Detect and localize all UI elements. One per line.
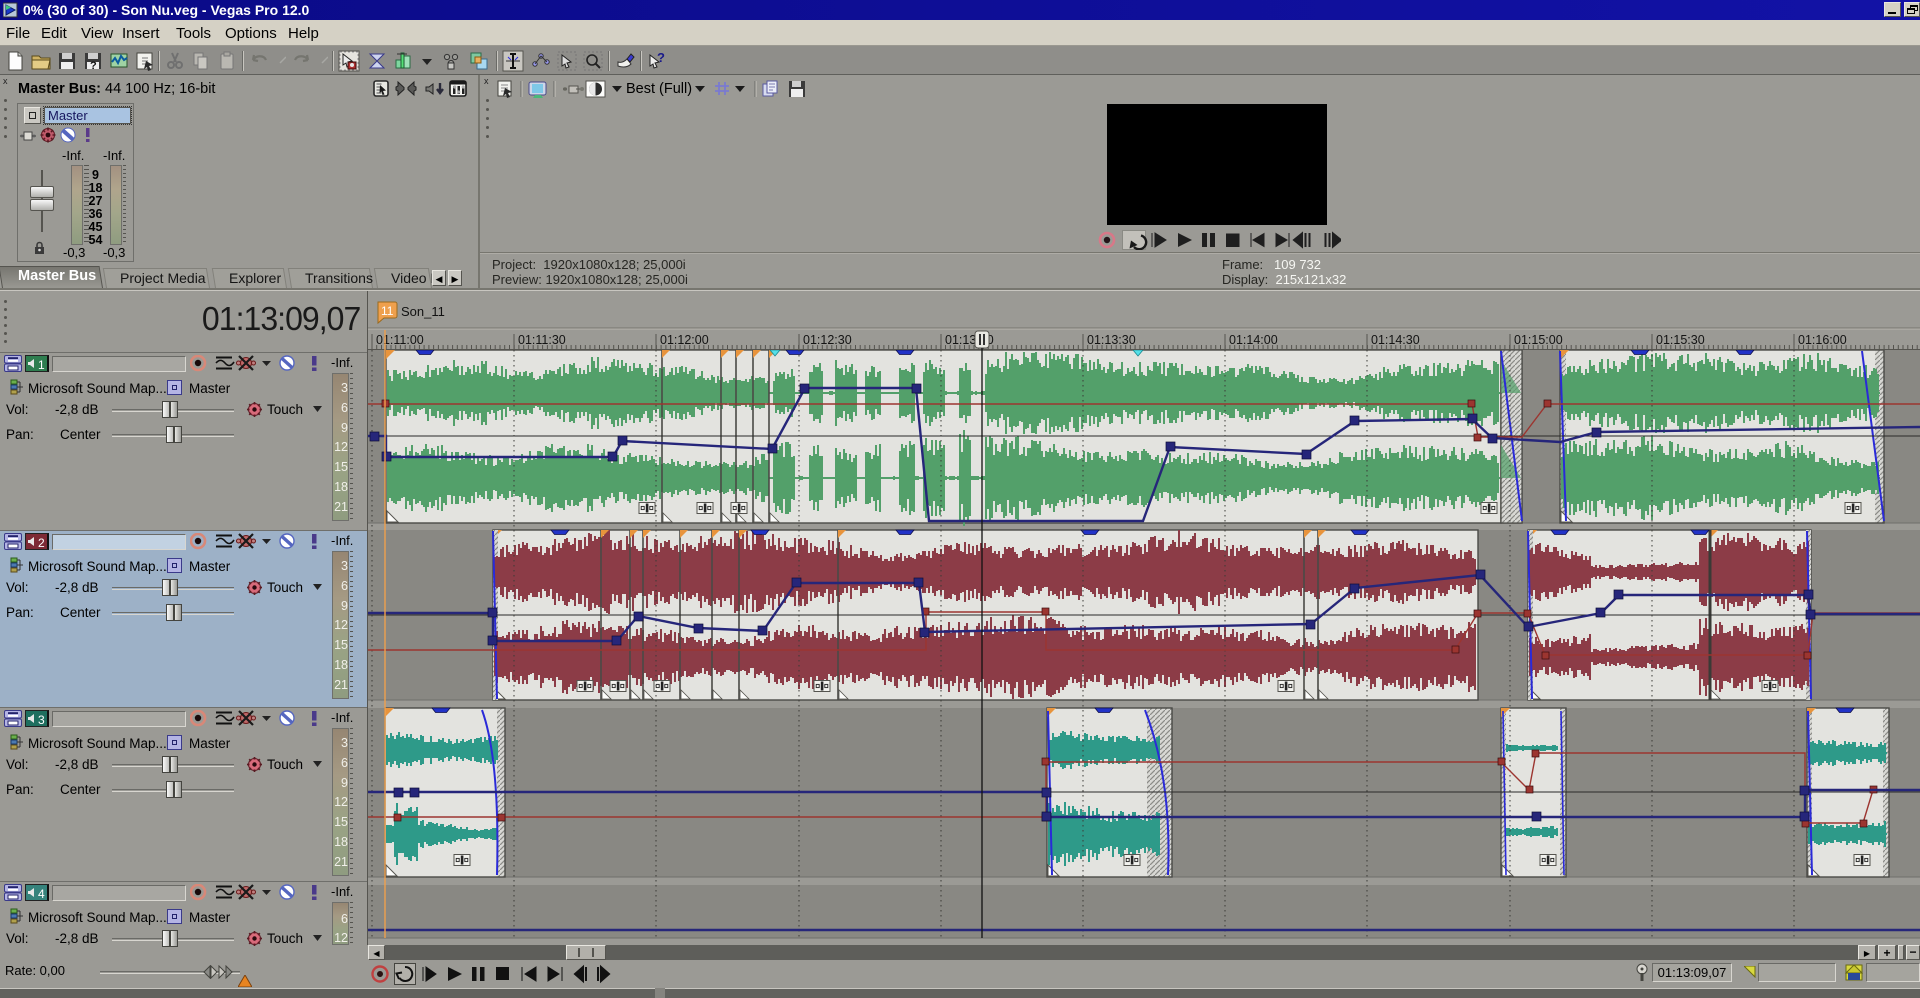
svg-text:01:12:30: 01:12:30 — [803, 333, 852, 347]
svg-text:01:15:00: 01:15:00 — [1514, 333, 1563, 347]
svg-text:01:14:00: 01:14:00 — [1229, 333, 1278, 347]
svg-text:Son_11: Son_11 — [401, 304, 445, 319]
svg-text:11: 11 — [381, 304, 394, 318]
svg-text:?: ? — [90, 60, 97, 72]
svg-text:01:11:00: 01:11:00 — [376, 333, 424, 347]
svg-text:01:11:30: 01:11:30 — [518, 333, 566, 347]
svg-text:01:16:00: 01:16:00 — [1798, 333, 1847, 347]
svg-text:01:12:00: 01:12:00 — [660, 333, 709, 347]
svg-text:01:15:30: 01:15:30 — [1656, 333, 1705, 347]
svg-text:?: ? — [657, 50, 665, 65]
svg-text:01:13:30: 01:13:30 — [1087, 333, 1136, 347]
svg-text:01:14:30: 01:14:30 — [1371, 333, 1420, 347]
